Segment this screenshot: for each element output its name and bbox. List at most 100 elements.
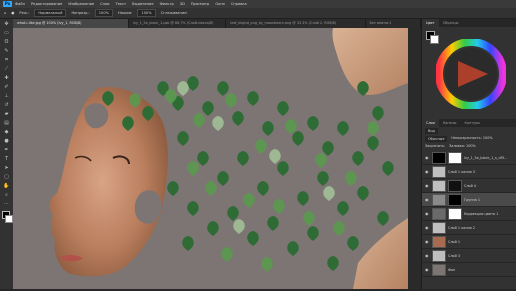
layers-panel-tabs: Слои Каналы Контуры [422,119,516,127]
layer-row[interactable]: ◉ Слой 3 [422,249,516,263]
menu-layers[interactable]: Слои [100,2,109,6]
color-wheel[interactable] [436,39,506,109]
tab-channels[interactable]: Каналы [439,119,461,127]
layer-mask-thumbnail [448,151,462,164]
mode-label: Реж.: [19,11,30,15]
vertical-scrollbar[interactable] [408,28,421,289]
layer-name: Коррекция цвета 1 [464,211,499,216]
menu-bar: Ps Файл Редактирование Изображение Слои … [0,0,516,8]
visibility-eye-icon[interactable]: ◉ [425,253,430,258]
smoothing-label: Сглаживание: [160,11,188,15]
document-tab[interactable]: what-i-like.jpg @ 100% (Ivy_1, RGB/8) [13,19,129,28]
history-brush-tool-icon[interactable]: ↺ [3,102,10,109]
layer-thumbnail [432,235,446,248]
menu-select[interactable]: Выделение [132,2,153,6]
tab-color[interactable]: Цвет [422,19,439,27]
layer-row[interactable]: ◉ Слой 4 [422,179,516,193]
tab-paths[interactable]: Контуры [460,119,484,127]
more-tools-icon[interactable]: ⋯ [3,201,10,208]
layers-list: ◉ ivy_1_5a_black_1_s_d5f... ◉ Слой 1 коп… [422,151,516,291]
filter-kind-select[interactable]: Вид [425,128,438,134]
layer-thumbnail [432,263,446,276]
quick-select-tool-icon[interactable]: ✎ [3,48,10,55]
pen-tool-icon[interactable]: ✒ [3,147,10,154]
document-tab[interactable]: leaf_bkgnd_png_by_moonbeam.png @ 33,3% (… [226,19,366,28]
hand-tool-icon[interactable]: ✋ [3,183,10,190]
document-canvas[interactable] [13,28,408,289]
type-tool-icon[interactable]: T [3,156,10,163]
layer-row[interactable]: ◉ Коррекция цвета 1 [422,207,516,221]
layer-row[interactable]: ◉ Слой 1 копия 2 [422,221,516,235]
healing-tool-icon[interactable]: ✚ [3,75,10,82]
layer-thumbnail [432,221,446,234]
menu-help[interactable]: Справка [231,2,247,6]
layer-row[interactable]: ◉ ivy_1_5a_black_1_s_d5f... [422,151,516,165]
mode-select[interactable]: Нормальный [34,9,67,17]
home-icon[interactable]: ⌂ [4,11,6,15]
stamp-tool-icon[interactable]: ⊥ [3,93,10,100]
visibility-eye-icon[interactable]: ◉ [425,197,430,202]
layer-name: Слой 1 копия 3 [448,169,475,174]
menu-view[interactable]: Просмотр [191,2,209,6]
menu-text[interactable]: Текст [116,2,127,6]
photoshop-logo: Ps [3,1,12,7]
lasso-tool-icon[interactable]: ʘ [3,39,10,46]
eyedropper-tool-icon[interactable]: ⟋ [3,66,10,73]
path-select-tool-icon[interactable]: ➤ [3,165,10,172]
brush-tool-icon[interactable]: ✐ [3,84,10,91]
fill-field[interactable]: Заливка: 100% [449,144,476,148]
opacity-field[interactable]: Непрозрачность: 100% [451,136,492,142]
visibility-eye-icon[interactable]: ◉ [425,239,430,244]
shape-tool-icon[interactable]: ▢ [3,174,10,181]
eraser-tool-icon[interactable]: ▰ [3,111,10,118]
move-tool-icon[interactable]: ✥ [3,21,10,28]
visibility-eye-icon[interactable]: ◉ [425,169,430,174]
visibility-eye-icon[interactable]: ◉ [425,267,430,272]
layer-name: ivy_1_5a_black_1_s_d5f... [464,155,507,160]
flow-label: Нажим: [118,11,133,15]
menu-window[interactable]: Окно [215,2,225,6]
dodge-tool-icon[interactable]: ● [3,138,10,145]
menu-file[interactable]: Файл [15,2,25,6]
color-panel [422,27,516,119]
layer-row[interactable]: ◉ Фон [422,263,516,277]
layer-thumbnail [432,151,446,164]
foreground-background-colors[interactable] [0,210,13,224]
visibility-eye-icon[interactable]: ◉ [425,183,430,188]
menu-filter[interactable]: Фильтр [160,2,174,6]
blur-tool-icon[interactable]: ◆ [3,129,10,136]
gradient-tool-icon[interactable]: ▤ [3,120,10,127]
tab-swatches[interactable]: Образцы [439,19,463,27]
background-color-swatch[interactable] [5,215,13,223]
layer-thumbnail [432,179,446,192]
layer-thumbnail [432,249,446,262]
flow-field[interactable]: 100% [137,9,156,17]
opacity-field[interactable]: 100% [94,9,114,17]
lock-label: Закрепить: [425,144,446,148]
opacity-label: Непрозр.: [71,11,90,15]
layer-name: Слой 4 [464,183,477,188]
menu-3d[interactable]: 3D [180,2,185,6]
options-bar: ⌂ ● Реж.: Нормальный Непрозр.: 100% Нажи… [0,8,516,19]
document-tab-bar: what-i-like.jpg @ 100% (Ivy_1, RGB/8) iv… [13,19,421,28]
menu-edit[interactable]: Редактирование [31,2,62,6]
visibility-eye-icon[interactable]: ◉ [425,155,430,160]
visibility-eye-icon[interactable]: ◉ [425,225,430,230]
layer-name: Фон [448,267,456,272]
visibility-eye-icon[interactable]: ◉ [425,211,430,216]
blend-mode-select[interactable]: Обычные [425,136,448,142]
crop-tool-icon[interactable]: ⌗ [3,57,10,64]
brush-preset-icon[interactable]: ● [11,11,14,15]
zoom-tool-icon[interactable]: ⌕ [3,192,10,199]
document-tab[interactable]: ivy_1_5a_black_1.psb @ 66,7% (Слой-маска… [128,19,227,28]
tab-layers[interactable]: Слои [422,119,439,127]
layer-row[interactable]: ◉ Слой 1 копия 3 [422,165,516,179]
document-tab[interactable]: Без имени-1 [365,19,421,28]
layer-row-selected[interactable]: ◉ Группа 1 [422,193,516,207]
layer-row[interactable]: ◉ Слой 1 [422,235,516,249]
layer-name: Слой 3 [448,253,461,258]
menu-image[interactable]: Изображение [68,2,94,6]
marquee-tool-icon[interactable]: ▭ [3,30,10,37]
adjustment-layer-icon [432,207,446,220]
layer-name: Слой 1 копия 2 [448,225,475,230]
